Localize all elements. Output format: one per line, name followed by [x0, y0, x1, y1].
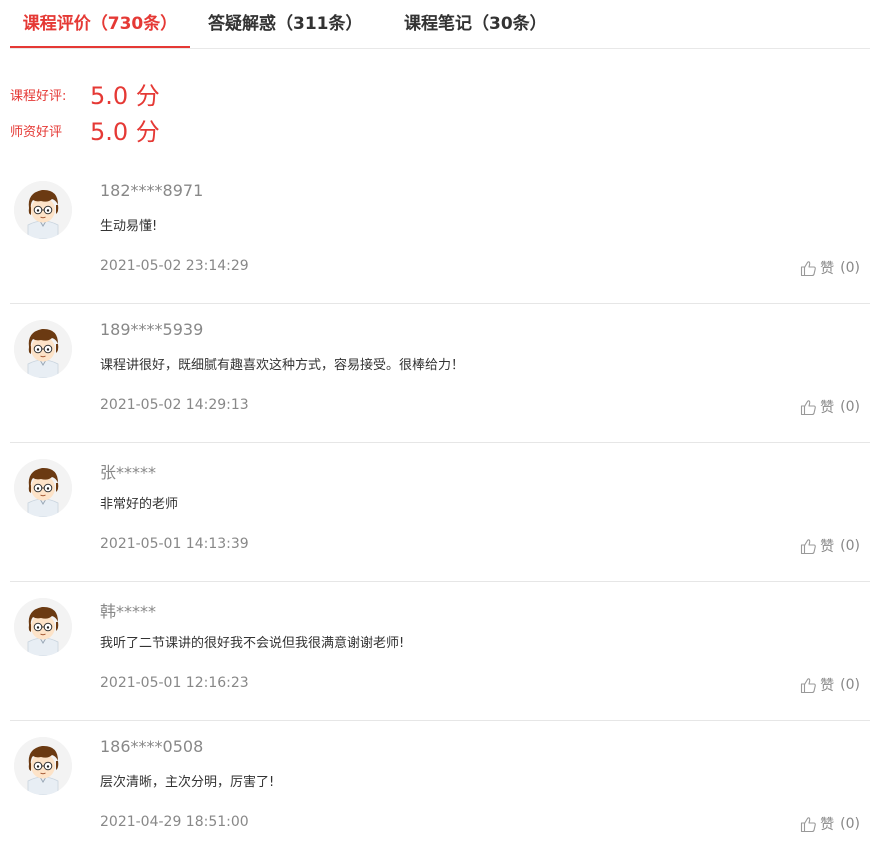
like-button[interactable]: 赞 (0): [800, 814, 860, 834]
thumbs-up-icon: [800, 399, 817, 416]
like-label: 赞: [820, 678, 835, 694]
cartoon-avatar-icon: [14, 320, 72, 378]
comment-item: 张***** 非常好的老师 2021-05-01 14:13:39 赞 (0): [10, 443, 870, 582]
cartoon-avatar-icon: [14, 181, 72, 239]
thumbs-up-icon: [800, 260, 817, 277]
cartoon-avatar-icon: [14, 737, 72, 795]
like-count: (0): [840, 677, 860, 693]
like-button[interactable]: 赞 (0): [800, 258, 860, 278]
like-button[interactable]: 赞 (0): [800, 536, 860, 556]
comment-item: 韩***** 我听了二节课讲的很好我不会说但我很满意谢谢老师! 2021-05-…: [10, 582, 870, 721]
thumbs-up-icon: [800, 538, 817, 555]
comment-username: 189****5939: [100, 320, 204, 339]
comment-list: 182****8971 生动易懂! 2021-05-02 23:14:29 赞 …: [10, 165, 870, 859]
cartoon-avatar-icon: [14, 598, 72, 656]
tab-qa[interactable]: 答疑解惑（311条）: [208, 0, 363, 47]
like-button[interactable]: 赞 (0): [800, 397, 860, 417]
course-rating-label: 课程好评:: [10, 89, 67, 104]
comment-time: 2021-05-01 12:16:23: [100, 675, 249, 691]
like-label: 赞: [820, 817, 835, 833]
comment-time: 2021-05-01 14:13:39: [100, 536, 249, 552]
like-count: (0): [840, 816, 860, 832]
tab-course-reviews[interactable]: 课程评价（730条）: [10, 0, 190, 48]
comment-text: 生动易懂!: [100, 219, 158, 234]
comment-time: 2021-05-02 14:29:13: [100, 397, 249, 413]
teacher-rating-value: 5.0 分: [90, 118, 160, 146]
thumbs-up-icon: [800, 816, 817, 833]
cartoon-avatar-icon: [14, 459, 72, 517]
like-label: 赞: [820, 400, 835, 416]
comment-item: 189****5939 课程讲很好，既细腻有趣喜欢这种方式，容易接受。很棒给力！…: [10, 304, 870, 443]
like-count: (0): [840, 260, 860, 276]
tab-course-notes[interactable]: 课程笔记（30条）: [404, 0, 547, 47]
comment-username: 186****0508: [100, 737, 204, 756]
comment-username: 182****8971: [100, 181, 204, 200]
comment-item: 186****0508 层次清晰，主次分明，厉害了! 2021-04-29 18…: [10, 721, 870, 859]
like-label: 赞: [820, 539, 835, 555]
comment-time: 2021-04-29 18:51:00: [100, 814, 249, 830]
comment-text: 层次清晰，主次分明，厉害了!: [100, 775, 275, 790]
like-count: (0): [840, 399, 860, 415]
comment-text: 课程讲很好，既细腻有趣喜欢这种方式，容易接受。很棒给力！: [100, 358, 465, 373]
like-count: (0): [840, 538, 860, 554]
comment-text: 我听了二节课讲的很好我不会说但我很满意谢谢老师!: [100, 636, 405, 651]
comment-text: 非常好的老师: [100, 497, 179, 512]
like-button[interactable]: 赞 (0): [800, 675, 860, 695]
teacher-rating-label: 师资好评: [10, 125, 63, 140]
thumbs-up-icon: [800, 677, 817, 694]
comment-username: 张*****: [100, 463, 157, 482]
like-label: 赞: [820, 261, 835, 277]
comment-time: 2021-05-02 23:14:29: [100, 258, 249, 274]
tab-bar: 课程评价（730条） 答疑解惑（311条） 课程笔记（30条）: [10, 0, 870, 49]
comment-item: 182****8971 生动易懂! 2021-05-02 23:14:29 赞 …: [10, 165, 870, 304]
course-rating-value: 5.0 分: [90, 82, 160, 110]
comment-username: 韩*****: [100, 602, 157, 621]
